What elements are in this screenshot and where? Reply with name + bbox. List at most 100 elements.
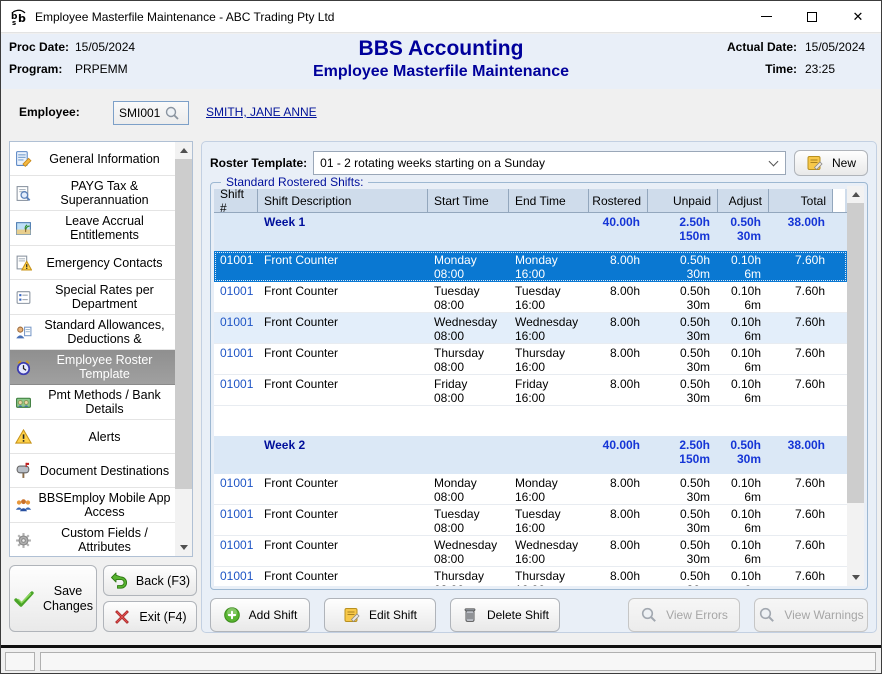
magnifier-icon (758, 606, 776, 624)
table-scroll-up-button[interactable] (847, 186, 864, 203)
shift-description: Front Counter (258, 536, 428, 566)
close-button[interactable]: ✕ (835, 1, 881, 32)
sidebar-item-alerts[interactable]: Alerts (10, 420, 175, 454)
week-unpaid-total: 2.50h150m (648, 436, 718, 474)
sidebar-item-label: Employee Roster Template (57, 353, 153, 381)
add-shift-button[interactable]: Add Shift (210, 598, 310, 632)
search-icon[interactable] (164, 105, 180, 121)
shift-row[interactable]: 01001Front CounterTuesday08:00Tuesday16:… (214, 505, 847, 536)
chevron-down-icon (852, 575, 860, 580)
shift-description: Front Counter (258, 375, 428, 405)
sidebar-item-employee-roster-template[interactable]: Employee Roster Template (10, 350, 175, 385)
back-button[interactable]: Back (F3) (103, 565, 197, 596)
special-rates-icon (15, 289, 32, 306)
edit-shift-button[interactable]: Edit Shift (324, 598, 436, 632)
save-changes-button[interactable]: Save Changes (9, 565, 97, 632)
rostered-hours: 8.00h (589, 282, 648, 312)
employee-code-input[interactable] (114, 106, 164, 120)
payg-tax-icon (15, 185, 32, 202)
roster-template-select[interactable]: 01 - 2 rotating weeks starting on a Sund… (313, 151, 786, 175)
shift-row[interactable]: 01001Front CounterMonday08:00Monday16:00… (214, 474, 847, 505)
shift-row[interactable]: 01001Front CounterFriday08:00Friday16:00… (214, 375, 847, 406)
maximize-button[interactable] (789, 1, 835, 32)
sidebar-item-document-destinations[interactable]: Document Destinations (10, 454, 175, 488)
shift-description: Front Counter (258, 474, 428, 504)
minimize-button[interactable] (743, 1, 789, 32)
emergency-contacts-icon (15, 254, 32, 271)
rostered-hours: 8.00h (589, 474, 648, 504)
shift-number: 01001 (214, 536, 258, 566)
sidebar-item-custom-fields-attributes[interactable]: Custom Fields / Attributes (10, 523, 175, 556)
start-time: Tuesday08:00 (428, 282, 509, 312)
chevron-down-icon (180, 545, 188, 550)
sidebar-scrollbar[interactable] (175, 142, 192, 556)
table-scrollbar-thumb[interactable] (847, 203, 864, 503)
shift-number: 01001 (214, 313, 258, 343)
week-adjust-total: 0.50h30m (718, 436, 769, 474)
sidebar-scrollbar-thumb[interactable] (175, 159, 192, 489)
column-header-adjust: Adjust (718, 189, 769, 212)
view-errors-button[interactable]: View Errors (628, 598, 740, 632)
view-warnings-button[interactable]: View Warnings (754, 598, 868, 632)
unpaid-hours: 0.50h30m (648, 474, 718, 504)
sidebar-item-emergency-contacts[interactable]: Emergency Contacts (10, 246, 175, 280)
shift-row[interactable]: 01001Front CounterWednesday08:00Wednesda… (214, 536, 847, 567)
sidebar-item-pmt-methods-bank-details[interactable]: Pmt Methods / Bank Details (10, 385, 175, 420)
start-time: Wednesday08:00 (428, 313, 509, 343)
sidebar-item-label: BBSEmploy Mobile App Access (38, 491, 170, 519)
unpaid-hours: 0.50h30m (648, 567, 718, 586)
shift-row[interactable]: 01001Front CounterThursday08:00Thursday1… (214, 567, 847, 586)
shift-row[interactable]: 01001Front CounterThursday08:00Thursday1… (214, 344, 847, 375)
end-time: Wednesday16:00 (509, 536, 589, 566)
roster-panel: Roster Template: 01 - 2 rotating weeks s… (201, 141, 877, 633)
adjust-hours: 0.10h6m (718, 375, 769, 405)
shift-row[interactable]: 01001Front CounterWednesday08:00Wednesda… (214, 313, 847, 344)
week-summary-row-week-2[interactable]: Week 240.00h2.50h150m0.50h30m38.00h (214, 436, 847, 474)
shift-row[interactable]: 01001Front CounterMonday08:00Monday16:00… (214, 251, 847, 282)
week-unpaid-total: 2.50h150m (648, 213, 718, 251)
employee-name-link[interactable]: SMITH, JANE ANNE (206, 105, 317, 119)
total-hours: 7.60h (769, 313, 833, 343)
leave-accrual-icon (15, 220, 32, 237)
sidebar-item-label: General Information (49, 152, 159, 166)
shift-description: Front Counter (258, 344, 428, 374)
total-hours: 7.60h (769, 567, 833, 586)
delete-shift-button[interactable]: Delete Shift (450, 598, 560, 632)
total-hours: 7.60h (769, 344, 833, 374)
new-template-label: New (832, 156, 856, 170)
sidebar-item-standard-allowances-deductions[interactable]: Standard Allowances, Deductions & (10, 315, 175, 350)
shift-actions-row: Add Shift Edit Shift Delete Shift View E (210, 598, 868, 632)
total-hours: 7.60h (769, 251, 833, 281)
column-header-rostered: Rostered (589, 189, 648, 212)
start-time: Thursday08:00 (428, 344, 509, 374)
start-time: Friday08:00 (428, 375, 509, 405)
rostered-hours: 8.00h (589, 313, 648, 343)
sidebar-scroll-down-button[interactable] (175, 539, 192, 556)
exit-button[interactable]: Exit (F4) (103, 601, 197, 632)
table-scroll-down-button[interactable] (847, 569, 864, 586)
sidebar-item-label: Custom Fields / Attributes (61, 526, 148, 554)
add-icon (223, 606, 241, 624)
new-template-button[interactable]: New (794, 150, 868, 176)
rostered-hours: 8.00h (589, 536, 648, 566)
sidebar-item-bbsemploy-mobile-app-access[interactable]: BBSEmploy Mobile App Access (10, 488, 175, 523)
sidebar-item-payg-tax-superannuation[interactable]: PAYG Tax & Superannuation (10, 176, 175, 211)
week-total: 38.00h (769, 213, 833, 251)
checkmark-icon (13, 588, 35, 610)
sidebar-item-leave-accrual-entitlements[interactable]: Leave Accrual Entitlements (10, 211, 175, 246)
sidebar-item-general-information[interactable]: General Information (10, 142, 175, 176)
payment-methods-icon (15, 394, 32, 411)
new-form-icon (806, 154, 824, 172)
shift-row[interactable]: 01001Front CounterTuesday08:00Tuesday16:… (214, 282, 847, 313)
column-header-shift-description: Shift Description (258, 189, 428, 212)
sidebar-item-label: Alerts (89, 430, 121, 444)
general-information-icon (15, 150, 32, 167)
header-right: Actual Date: 15/05/2024 Time: 23:25 (727, 40, 873, 84)
sidebar-scroll-up-button[interactable] (175, 142, 192, 159)
adjust-hours: 0.10h6m (718, 536, 769, 566)
table-scrollbar[interactable] (847, 186, 864, 586)
column-header-shift: Shift # (214, 189, 258, 212)
week-summary-row-week-1[interactable]: Week 140.00h2.50h150m0.50h30m38.00h (214, 213, 847, 251)
sidebar-item-special-rates-per-department[interactable]: Special Rates per Department (10, 280, 175, 315)
unpaid-hours: 0.50h30m (648, 536, 718, 566)
